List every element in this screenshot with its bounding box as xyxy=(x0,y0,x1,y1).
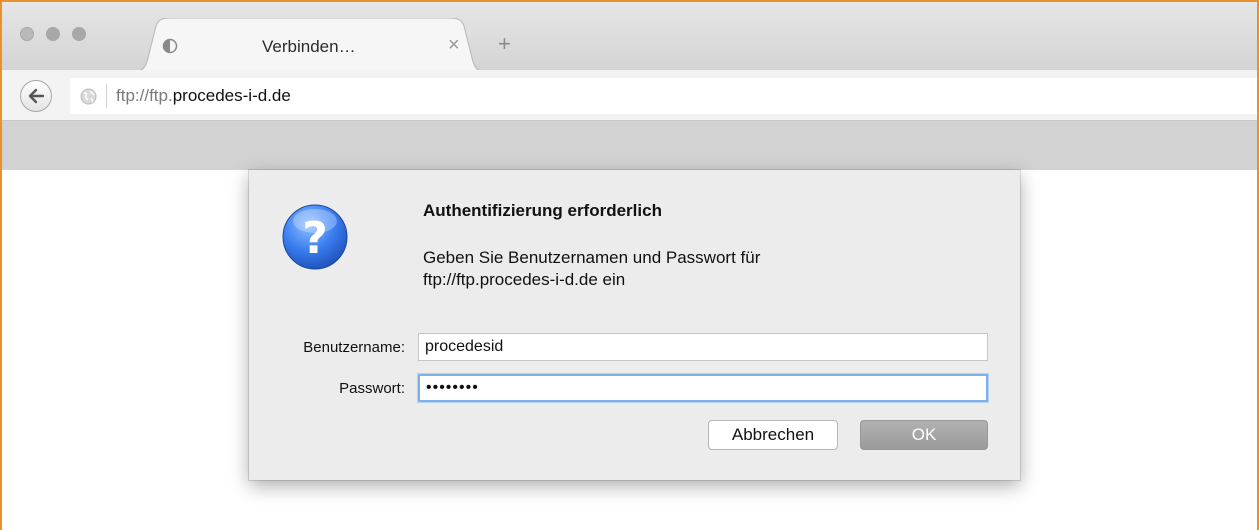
dialog-message-line2: ftp://ftp.procedes-i-d.de ein xyxy=(423,270,626,289)
cancel-button[interactable]: Abbrechen xyxy=(708,420,838,450)
dialog-message-line1: Geben Sie Benutzernamen und Passwort für xyxy=(423,248,761,267)
password-label: Passwort: xyxy=(339,380,405,397)
question-mark-icon: ? xyxy=(282,204,348,270)
tab-active[interactable]: Verbinden… × xyxy=(132,18,488,72)
window-close-button[interactable] xyxy=(20,27,34,41)
url-scheme: ftp://ftp. xyxy=(116,86,173,105)
tab-close-icon[interactable]: × xyxy=(448,35,460,55)
password-field[interactable] xyxy=(418,374,988,402)
svg-text:?: ? xyxy=(302,213,328,264)
url-bar[interactable]: ftp://ftp.procedes-i-d.de xyxy=(70,78,1257,114)
auth-dialog: ? Authentifizierung erforderlich Geben S… xyxy=(249,170,1020,480)
dialog-message: Geben Sie Benutzernamen und Passwort für… xyxy=(423,247,923,291)
url-host: procedes-i-d.de xyxy=(172,86,291,105)
navigation-bar: ftp://ftp.procedes-i-d.de xyxy=(2,70,1257,121)
back-button[interactable] xyxy=(20,80,52,112)
tab-strip: Verbinden… × + xyxy=(2,2,1257,72)
new-tab-icon[interactable]: + xyxy=(498,33,511,55)
bookmarks-toolbar xyxy=(2,121,1257,170)
globe-icon xyxy=(80,88,97,105)
window-minimize-button[interactable] xyxy=(46,27,60,41)
window-zoom-button[interactable] xyxy=(72,27,86,41)
url-separator xyxy=(106,84,107,108)
username-field[interactable] xyxy=(418,333,988,361)
username-label: Benutzername: xyxy=(303,339,405,356)
ok-button[interactable]: OK xyxy=(860,420,988,450)
url-text[interactable]: ftp://ftp.procedes-i-d.de xyxy=(116,86,291,106)
back-arrow-icon xyxy=(28,88,45,104)
dialog-title: Authentifizierung erforderlich xyxy=(423,201,662,220)
tab-title: Verbinden… xyxy=(262,37,356,56)
loading-spinner-icon xyxy=(162,38,178,54)
